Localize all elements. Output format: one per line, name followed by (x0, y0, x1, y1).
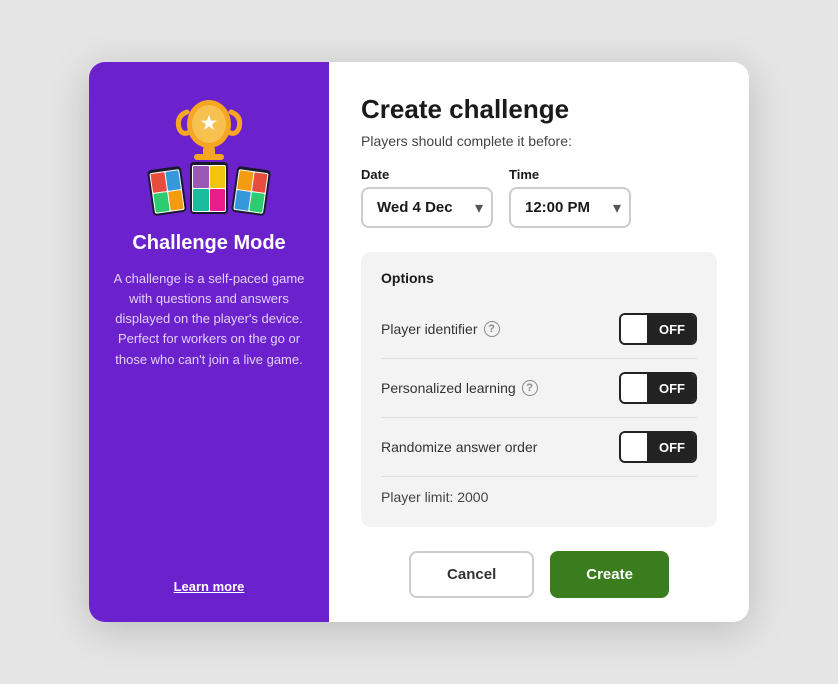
toggle-off-label: OFF (649, 433, 695, 461)
time-field-group: Time 12:00 PM 1:00 PM 2:00 PM ▾ (509, 167, 631, 228)
learn-more-link[interactable]: Learn more (174, 579, 245, 594)
toggle-thumb (621, 315, 649, 343)
time-select-wrapper: 12:00 PM 1:00 PM 2:00 PM ▾ (509, 187, 631, 228)
app-icon (193, 166, 209, 188)
option-row-randomize-answer-order: Randomize answer order OFF (381, 418, 697, 477)
cancel-button[interactable]: Cancel (409, 551, 534, 598)
options-title: Options (381, 270, 697, 286)
trophy-icon: ★ (174, 94, 244, 164)
date-field-group: Date Wed 4 Dec Thu 5 Dec Fri 6 Dec ▾ (361, 167, 493, 228)
app-icon (210, 189, 226, 211)
option-label-player-identifier: Player identifier ? (381, 321, 500, 337)
app-icon (193, 189, 209, 211)
phone-screen (192, 165, 226, 212)
options-section: Options Player identifier ? OFF Personal… (361, 252, 717, 527)
app-icon (153, 192, 169, 213)
phone-screen (149, 169, 184, 214)
toggle-personalized-learning[interactable]: OFF (619, 372, 697, 404)
phones-row (150, 162, 268, 214)
subtitle: Players should complete it before: (361, 133, 717, 149)
app-icon (165, 170, 181, 191)
time-label: Time (509, 167, 631, 182)
time-select[interactable]: 12:00 PM 1:00 PM 2:00 PM (509, 187, 631, 228)
app-icon (249, 192, 265, 213)
date-time-row: Date Wed 4 Dec Thu 5 Dec Fri 6 Dec ▾ Tim… (361, 167, 717, 228)
app-icon (234, 190, 250, 211)
app-icon (150, 172, 166, 193)
toggle-off-label: OFF (649, 374, 695, 402)
toggle-player-identifier[interactable]: OFF (619, 313, 697, 345)
svg-text:★: ★ (201, 113, 218, 133)
footer-buttons: Cancel Create (361, 547, 717, 598)
player-limit: Player limit: 2000 (381, 477, 697, 505)
left-panel: ★ (89, 62, 329, 622)
phone-center (190, 162, 228, 214)
option-label-randomize-answer-order: Randomize answer order (381, 439, 537, 455)
toggle-off-label: OFF (649, 315, 695, 343)
left-panel-title: Challenge Mode (132, 232, 285, 255)
phone-right (231, 166, 271, 216)
app-icon (237, 170, 253, 191)
phone-left (147, 166, 187, 216)
create-button[interactable]: Create (550, 551, 669, 598)
app-icon (168, 190, 184, 211)
toggle-thumb (621, 374, 649, 402)
right-panel: Create challenge Players should complete… (329, 62, 749, 622)
app-icon (251, 172, 267, 193)
toggle-thumb (621, 433, 649, 461)
date-label: Date (361, 167, 493, 182)
toggle-randomize-answer-order[interactable]: OFF (619, 431, 697, 463)
left-panel-description: A challenge is a self-paced game with qu… (113, 269, 305, 370)
date-select[interactable]: Wed 4 Dec Thu 5 Dec Fri 6 Dec (361, 187, 493, 228)
phone-screen (233, 169, 268, 214)
trophy-area: ★ (139, 94, 279, 214)
help-icon-player-identifier[interactable]: ? (484, 321, 500, 337)
help-icon-personalized-learning[interactable]: ? (522, 380, 538, 396)
option-label-personalized-learning: Personalized learning ? (381, 380, 538, 396)
create-challenge-modal: ★ (89, 62, 749, 622)
option-row-player-identifier: Player identifier ? OFF (381, 300, 697, 359)
app-icon (210, 166, 226, 188)
page-title: Create challenge (361, 94, 717, 125)
date-select-wrapper: Wed 4 Dec Thu 5 Dec Fri 6 Dec ▾ (361, 187, 493, 228)
option-row-personalized-learning: Personalized learning ? OFF (381, 359, 697, 418)
